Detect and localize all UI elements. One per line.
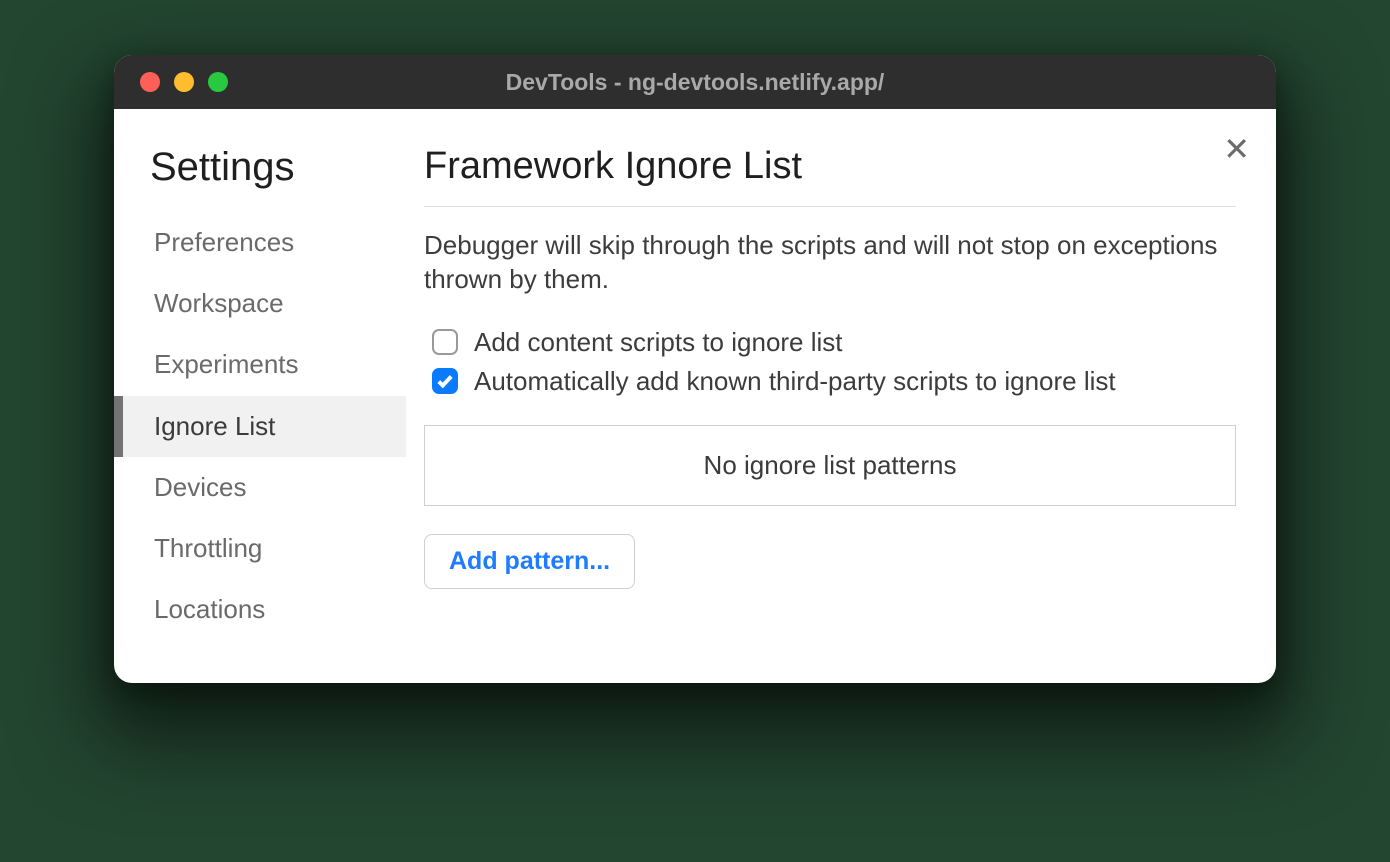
add-pattern-button[interactable]: Add pattern... <box>424 534 635 589</box>
sidebar-item-ignore-list[interactable]: Ignore List <box>114 396 406 457</box>
sidebar-item-experiments[interactable]: Experiments <box>150 334 414 395</box>
settings-sidebar: Settings Preferences Workspace Experimen… <box>114 109 414 683</box>
sidebar-item-workspace[interactable]: Workspace <box>150 273 414 334</box>
checkbox-content-scripts[interactable] <box>432 329 458 355</box>
sidebar-item-locations[interactable]: Locations <box>150 579 414 640</box>
checkbox-row-third-party: Automatically add known third-party scri… <box>424 366 1236 397</box>
checkbox-label: Add content scripts to ignore list <box>474 327 843 358</box>
close-icon[interactable]: ✕ <box>1223 133 1250 165</box>
checkmark-icon <box>436 372 454 390</box>
checkbox-label: Automatically add known third-party scri… <box>474 366 1116 397</box>
checkbox-row-content-scripts: Add content scripts to ignore list <box>424 327 1236 358</box>
window-title: DevTools - ng-devtools.netlify.app/ <box>114 69 1276 96</box>
sidebar-item-preferences[interactable]: Preferences <box>150 212 414 273</box>
window-maximize-button[interactable] <box>208 72 228 92</box>
page-description: Debugger will skip through the scripts a… <box>424 229 1236 297</box>
devtools-settings-window: DevTools - ng-devtools.netlify.app/ ✕ Se… <box>114 55 1276 683</box>
window-titlebar: DevTools - ng-devtools.netlify.app/ <box>114 55 1276 109</box>
page-title: Framework Ignore List <box>424 145 1236 207</box>
traffic-lights <box>114 72 228 92</box>
window-close-button[interactable] <box>140 72 160 92</box>
window-minimize-button[interactable] <box>174 72 194 92</box>
sidebar-item-devices[interactable]: Devices <box>150 457 414 518</box>
settings-content: Framework Ignore List Debugger will skip… <box>414 109 1276 683</box>
sidebar-title: Settings <box>150 145 414 190</box>
ignore-list-patterns-box: No ignore list patterns <box>424 425 1236 506</box>
checkbox-third-party[interactable] <box>432 368 458 394</box>
settings-body: ✕ Settings Preferences Workspace Experim… <box>114 109 1276 683</box>
sidebar-item-throttling[interactable]: Throttling <box>150 518 414 579</box>
